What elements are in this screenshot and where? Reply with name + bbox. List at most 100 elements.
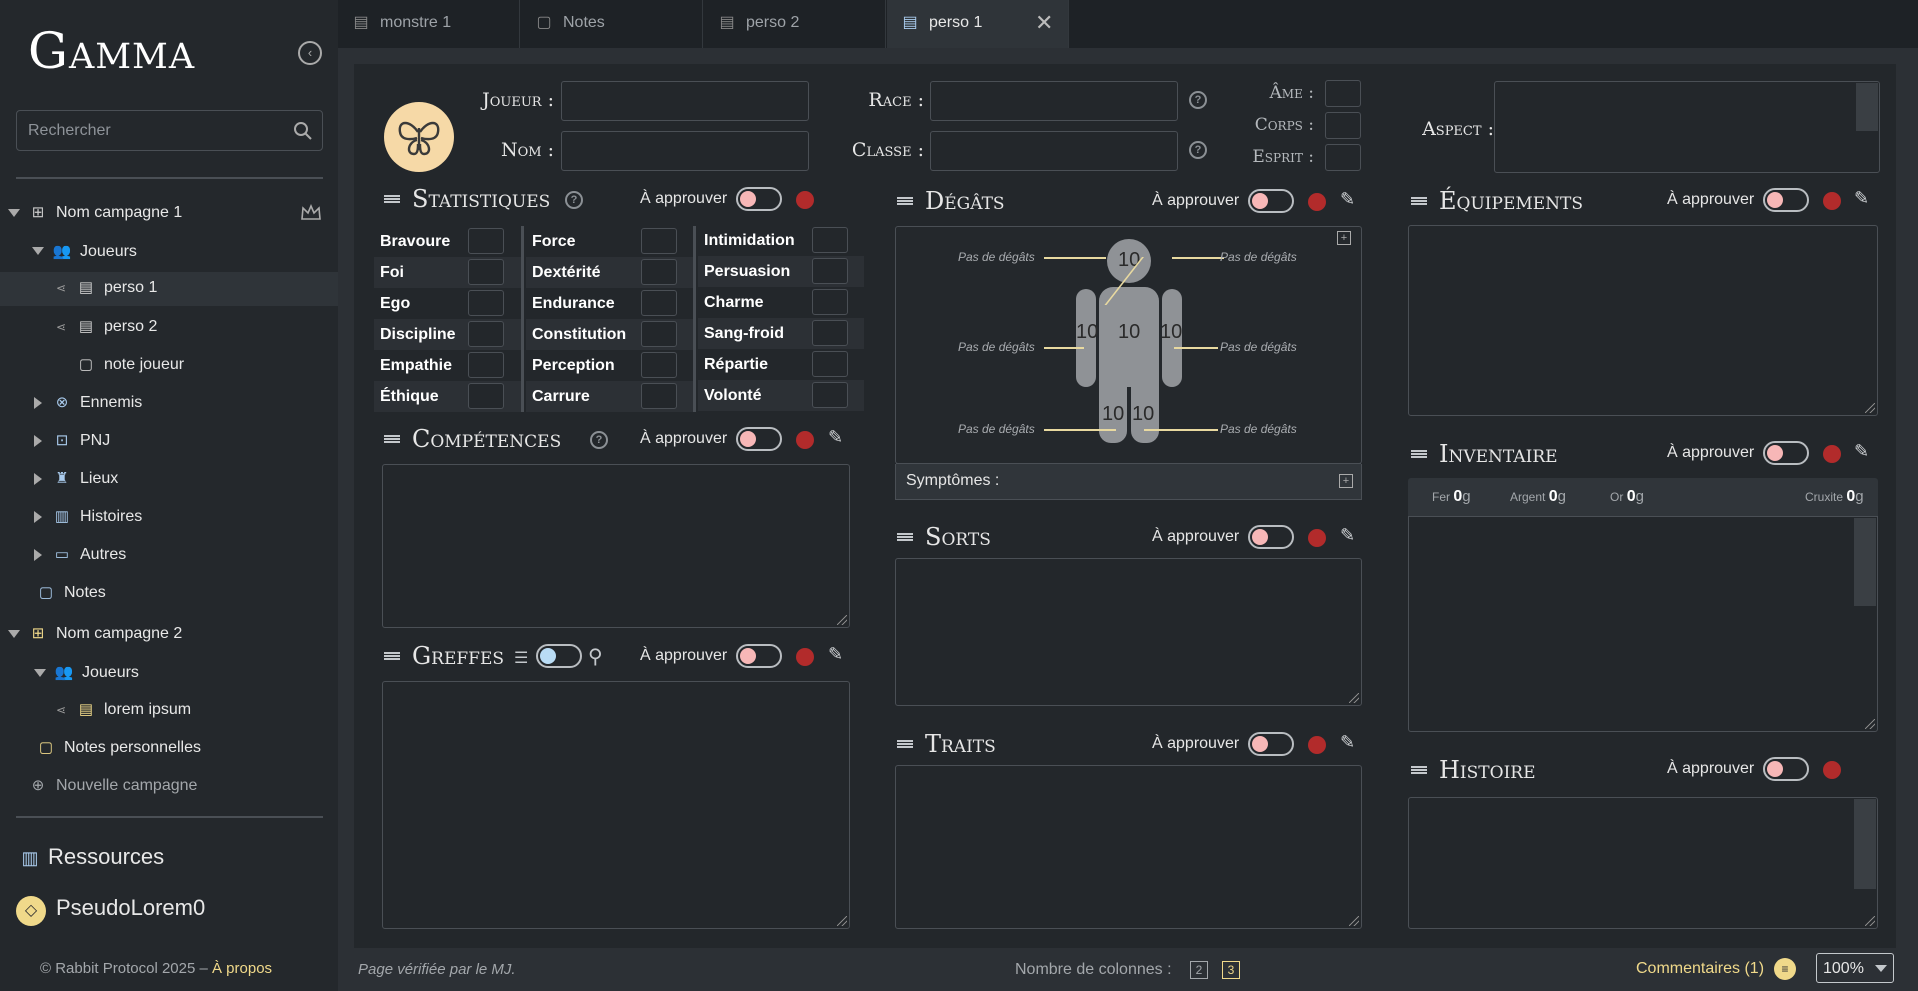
edit-pencil-icon[interactable]: ✎	[1340, 525, 1355, 546]
approve-toggle[interactable]	[736, 187, 782, 211]
aspect-field[interactable]	[1494, 81, 1880, 173]
joueur-field[interactable]	[561, 81, 809, 121]
nom-field[interactable]	[561, 131, 809, 171]
stat-input[interactable]	[812, 351, 848, 377]
stat-input[interactable]	[812, 258, 848, 284]
stat-input[interactable]	[812, 382, 848, 408]
help-icon[interactable]: ?	[1189, 141, 1207, 159]
approve-toggle[interactable]	[1248, 189, 1294, 213]
approve-toggle[interactable]	[1763, 757, 1809, 781]
tree-item-campaign-2[interactable]: ⊞ Nom campagne 2	[28, 618, 183, 650]
tree-item-perso-2[interactable]: ⋖ ▤ perso 2	[54, 311, 157, 343]
currency-fer[interactable]: Fer 0g	[1432, 488, 1471, 506]
edit-pencil-icon[interactable]: ✎	[828, 644, 843, 665]
stat-input[interactable]	[468, 383, 504, 409]
close-icon[interactable]: ✕	[1035, 0, 1053, 46]
comments-link[interactable]: Commentaires (1)	[1636, 960, 1764, 978]
expand-arrow-icon[interactable]	[34, 669, 46, 677]
chevron-left-icon[interactable]: ‹	[298, 41, 322, 65]
drag-handle-icon[interactable]	[1411, 197, 1427, 205]
tab-monstre-1[interactable]: ▤ monstre 1	[338, 0, 520, 48]
stat-input[interactable]	[641, 383, 677, 409]
tree-item-joueurs-2[interactable]: 👥 Joueurs	[54, 657, 139, 689]
help-icon[interactable]: ?	[590, 431, 608, 449]
expand-arrow-icon[interactable]	[8, 209, 20, 217]
ame-field[interactable]	[1325, 80, 1361, 107]
greffes-textarea[interactable]	[382, 681, 850, 929]
tree-item-ennemis[interactable]: ⊗ Ennemis	[52, 387, 143, 419]
tree-item-notes[interactable]: ▢ Notes	[36, 577, 106, 609]
collapse-arrow-icon[interactable]	[34, 435, 42, 447]
approve-toggle[interactable]	[1248, 525, 1294, 549]
stat-input[interactable]	[812, 289, 848, 315]
traits-textarea[interactable]	[895, 765, 1362, 929]
corps-field[interactable]	[1325, 112, 1361, 139]
competences-textarea[interactable]	[382, 464, 850, 628]
expand-arrow-icon[interactable]	[32, 247, 44, 255]
equipements-textarea[interactable]	[1408, 225, 1878, 416]
resize-handle-icon[interactable]	[1865, 403, 1875, 413]
stat-input[interactable]	[468, 259, 504, 285]
resize-handle-icon[interactable]	[1865, 916, 1875, 926]
tab-perso-1[interactable]: ▤ perso 1 ✕	[887, 0, 1069, 48]
collapse-arrow-icon[interactable]	[34, 549, 42, 561]
edit-pencil-icon[interactable]: ✎	[1854, 441, 1869, 462]
collapse-arrow-icon[interactable]	[34, 473, 42, 485]
help-icon[interactable]: ?	[1189, 91, 1207, 109]
collapse-arrow-icon[interactable]	[34, 511, 42, 523]
collapse-arrow-icon[interactable]	[34, 397, 42, 409]
resize-handle-icon[interactable]	[1349, 916, 1359, 926]
tab-perso-2[interactable]: ▤ perso 2	[704, 0, 886, 48]
edit-pencil-icon[interactable]: ✎	[1340, 732, 1355, 753]
help-icon[interactable]: ?	[565, 191, 583, 209]
scrollbar[interactable]	[1854, 518, 1876, 606]
drag-handle-icon[interactable]	[897, 740, 913, 748]
tree-item-perso-1[interactable]: ⋖ ▤ perso 1	[0, 272, 338, 306]
search-icon[interactable]	[293, 121, 313, 141]
drag-handle-icon[interactable]	[384, 652, 400, 660]
tab-notes[interactable]: ▢ Notes	[521, 0, 703, 48]
resize-handle-icon[interactable]	[837, 916, 847, 926]
stat-input[interactable]	[468, 352, 504, 378]
drag-handle-icon[interactable]	[1411, 766, 1427, 774]
tree-item-campaign-1[interactable]: ⊞ Nom campagne 1	[28, 197, 183, 229]
columns-3-button[interactable]: 3	[1222, 961, 1240, 979]
stat-input[interactable]	[468, 321, 504, 347]
tree-item-histoires[interactable]: ▥ Histoires	[52, 501, 142, 533]
stat-input[interactable]	[812, 227, 848, 253]
body-figure-icon[interactable]: ⚲	[588, 644, 603, 669]
inventaire-textarea[interactable]	[1408, 516, 1878, 732]
sorts-textarea[interactable]	[895, 558, 1362, 706]
scrollbar[interactable]	[1856, 83, 1878, 131]
currency-cruxite[interactable]: Cruxite 0g	[1805, 488, 1864, 506]
tree-item-note-joueur[interactable]: ▢ note joueur	[76, 349, 184, 381]
add-icon[interactable]: +	[1339, 474, 1353, 488]
resize-handle-icon[interactable]	[1865, 719, 1875, 729]
stat-input[interactable]	[641, 352, 677, 378]
histoire-textarea[interactable]	[1408, 797, 1878, 929]
stat-input[interactable]	[641, 321, 677, 347]
drag-handle-icon[interactable]	[384, 195, 400, 203]
race-field[interactable]	[930, 81, 1178, 121]
search-input[interactable]	[17, 111, 277, 150]
stat-input[interactable]	[468, 228, 504, 254]
currency-or[interactable]: Or 0g	[1610, 488, 1644, 506]
stat-input[interactable]	[468, 290, 504, 316]
drag-handle-icon[interactable]	[1411, 450, 1427, 458]
tree-item-autres[interactable]: ▭ Autres	[52, 539, 126, 571]
tree-item-lieux[interactable]: ♜ Lieux	[52, 463, 118, 495]
tree-item-lorem-ipsum[interactable]: ⋖ ▤ lorem ipsum	[54, 694, 191, 726]
tree-item-pnj[interactable]: ⊡ PNJ	[52, 425, 111, 457]
about-link[interactable]: À propos	[212, 960, 272, 977]
edit-pencil-icon[interactable]: ✎	[1340, 189, 1355, 210]
drag-handle-icon[interactable]	[384, 435, 400, 443]
expand-arrow-icon[interactable]	[8, 630, 20, 638]
columns-2-button[interactable]: 2	[1190, 961, 1208, 979]
stat-input[interactable]	[641, 290, 677, 316]
stat-input[interactable]	[812, 320, 848, 346]
drag-handle-icon[interactable]	[897, 197, 913, 205]
tree-item-joueurs[interactable]: 👥 Joueurs	[52, 236, 137, 268]
symptoms-row[interactable]: Symptômes : +	[895, 464, 1362, 500]
stat-input[interactable]	[641, 259, 677, 285]
scrollbar[interactable]	[1854, 799, 1876, 889]
